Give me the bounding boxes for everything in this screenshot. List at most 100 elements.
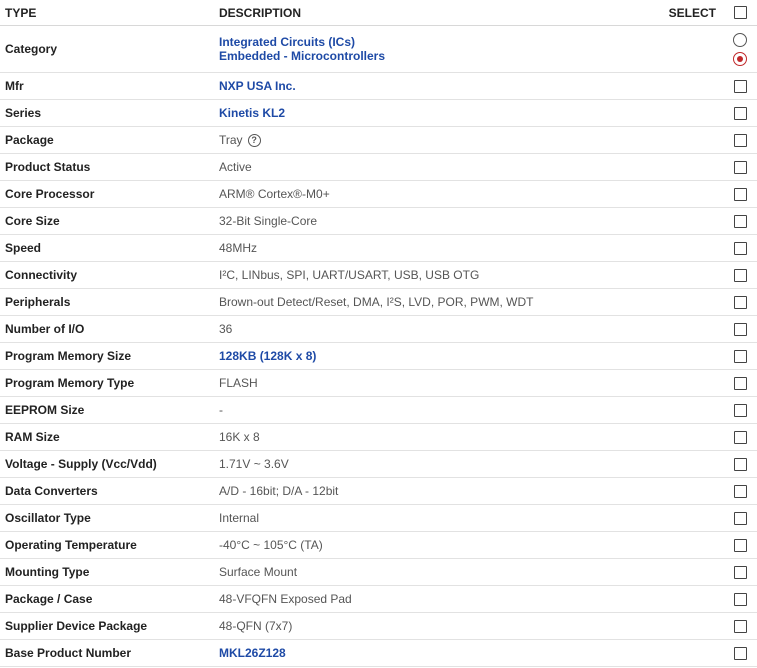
row-value: ARM® Cortex®-M0+ — [219, 187, 330, 201]
table-row: Operating Temperature -40°C ~ 105°C (TA) — [0, 531, 757, 559]
row-select-cell — [662, 396, 757, 424]
row-select-cell — [662, 315, 757, 343]
row-type-label: Oscillator Type — [0, 504, 215, 532]
table-row: Core Processor ARM® Cortex®-M0+ — [0, 180, 757, 208]
row-select-checkbox[interactable] — [734, 647, 747, 661]
row-value: 16K x 8 — [219, 430, 260, 444]
row-select-checkbox[interactable] — [734, 539, 747, 553]
category-description: Integrated Circuits (ICs) Embedded - Mic… — [215, 25, 662, 73]
row-select-cell — [662, 126, 757, 154]
table-row: Voltage - Supply (Vcc/Vdd) 1.71V ~ 3.6V — [0, 450, 757, 478]
table-row: Number of I/O 36 — [0, 315, 757, 343]
row-select-checkbox[interactable] — [734, 350, 747, 364]
row-select-checkbox[interactable] — [734, 485, 747, 499]
row-description-cell: 36 — [215, 315, 662, 343]
row-select-cell — [662, 153, 757, 181]
row-description-cell: Surface Mount — [215, 558, 662, 586]
row-type-label: Package — [0, 126, 215, 154]
row-type-label: Core Size — [0, 207, 215, 235]
category-link-ics[interactable]: Integrated Circuits (ICs) — [219, 35, 662, 49]
row-select-checkbox[interactable] — [734, 296, 747, 310]
row-select-checkbox[interactable] — [734, 188, 747, 202]
row-select-cell — [662, 288, 757, 316]
row-description-cell: Tray? — [215, 126, 662, 154]
row-type-label: Voltage - Supply (Vcc/Vdd) — [0, 450, 215, 478]
row-description-cell: 128KB (128K x 8) — [215, 342, 662, 370]
row-value-link[interactable]: NXP USA Inc. — [219, 79, 662, 93]
row-description-cell: Kinetis KL2 — [215, 99, 662, 127]
row-value: Active — [219, 160, 252, 174]
row-value: Brown-out Detect/Reset, DMA, I²S, LVD, P… — [219, 295, 534, 309]
row-description-cell: MKL26Z128 — [215, 639, 662, 667]
category-row: Category Integrated Circuits (ICs) Embed… — [0, 25, 757, 73]
table-row: Supplier Device Package 48-QFN (7x7) — [0, 612, 757, 640]
row-description-cell: ARM® Cortex®-M0+ — [215, 180, 662, 208]
row-type-label: Series — [0, 99, 215, 127]
category-radio-ics[interactable] — [733, 32, 747, 47]
row-description-cell: - — [215, 396, 662, 424]
row-select-checkbox[interactable] — [734, 593, 747, 607]
row-select-checkbox[interactable] — [734, 242, 747, 256]
row-value-link[interactable]: 128KB (128K x 8) — [219, 349, 662, 363]
row-select-checkbox[interactable] — [734, 620, 747, 634]
row-select-checkbox[interactable] — [734, 80, 747, 94]
row-description-cell: 32-Bit Single-Core — [215, 207, 662, 235]
select-all-checkbox[interactable] — [734, 6, 747, 19]
row-select-cell — [662, 423, 757, 451]
row-select-checkbox[interactable] — [734, 134, 747, 148]
row-description-cell: 1.71V ~ 3.6V — [215, 450, 662, 478]
row-type-label: Peripherals — [0, 288, 215, 316]
row-value-link[interactable]: Kinetis KL2 — [219, 106, 662, 120]
table-row: Peripherals Brown-out Detect/Reset, DMA, … — [0, 288, 757, 316]
row-select-cell — [662, 639, 757, 667]
table-row: Data Converters A/D - 16bit; D/A - 12bit — [0, 477, 757, 505]
table-row: Mounting Type Surface Mount — [0, 558, 757, 586]
row-select-checkbox[interactable] — [734, 458, 747, 472]
row-select-checkbox[interactable] — [734, 161, 747, 175]
row-value: 48MHz — [219, 241, 258, 255]
table-header-row: TYPE DESCRIPTION SELECT — [0, 0, 757, 26]
row-value: 48-VFQFN Exposed Pad — [219, 592, 352, 606]
row-description-cell: FLASH — [215, 369, 662, 397]
row-value: 36 — [219, 322, 233, 336]
row-type-label: Operating Temperature — [0, 531, 215, 559]
row-value: 1.71V ~ 3.6V — [219, 457, 289, 471]
row-select-checkbox[interactable] — [734, 377, 747, 391]
help-icon[interactable]: ? — [247, 134, 261, 148]
row-type-label: Core Processor — [0, 180, 215, 208]
row-type-label: Product Status — [0, 153, 215, 181]
row-select-cell — [662, 99, 757, 127]
row-type-label: Mounting Type — [0, 558, 215, 586]
row-description-cell: 48-VFQFN Exposed Pad — [215, 585, 662, 613]
row-select-cell — [662, 207, 757, 235]
table-row: Package / Case 48-VFQFN Exposed Pad — [0, 585, 757, 613]
row-description-cell: 16K x 8 — [215, 423, 662, 451]
row-value: FLASH — [219, 376, 258, 390]
row-select-cell — [662, 72, 757, 100]
row-description-cell: Brown-out Detect/Reset, DMA, I²S, LVD, P… — [215, 288, 662, 316]
category-link-microcontrollers[interactable]: Embedded - Microcontrollers — [219, 49, 662, 63]
row-type-label: Supplier Device Package — [0, 612, 215, 640]
row-value-link[interactable]: MKL26Z128 — [219, 646, 662, 660]
row-type-label: Category — [0, 25, 215, 73]
row-description-cell: Internal — [215, 504, 662, 532]
row-select-checkbox[interactable] — [734, 512, 747, 526]
row-select-checkbox[interactable] — [734, 566, 747, 580]
row-description-cell: 48-QFN (7x7) — [215, 612, 662, 640]
row-select-checkbox[interactable] — [734, 107, 747, 121]
row-type-label: Number of I/O — [0, 315, 215, 343]
row-select-checkbox[interactable] — [734, 215, 747, 229]
row-select-checkbox[interactable] — [734, 269, 747, 283]
row-select-checkbox[interactable] — [734, 404, 747, 418]
row-type-label: Speed — [0, 234, 215, 262]
row-select-cell — [662, 585, 757, 613]
row-description-cell: A/D - 16bit; D/A - 12bit — [215, 477, 662, 505]
row-value: 32-Bit Single-Core — [219, 214, 318, 228]
row-type-label: RAM Size — [0, 423, 215, 451]
table-row: Mfr NXP USA Inc. — [0, 72, 757, 100]
row-value: Tray — [219, 132, 243, 147]
row-select-checkbox[interactable] — [734, 323, 747, 337]
row-select-checkbox[interactable] — [734, 431, 747, 445]
category-radio-microcontrollers[interactable] — [733, 51, 747, 66]
table-row: RAM Size 16K x 8 — [0, 423, 757, 451]
